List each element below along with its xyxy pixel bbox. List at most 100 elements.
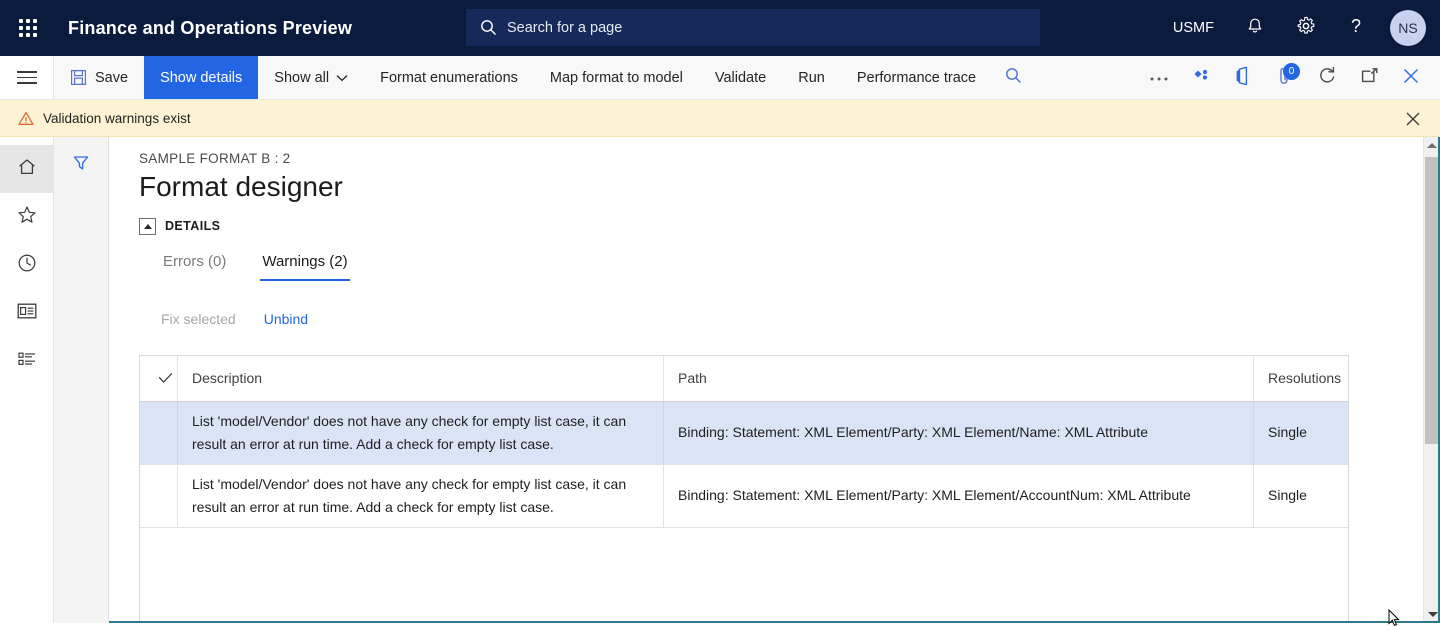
refresh-icon: [1318, 66, 1337, 90]
user-avatar[interactable]: NS: [1390, 10, 1426, 46]
command-bar-right-group: 0: [1138, 56, 1440, 100]
validation-tabs: Errors (0) Warnings (2): [161, 247, 1440, 281]
sidebar-item-home[interactable]: [0, 145, 53, 193]
row-select-checkbox[interactable]: [140, 401, 178, 464]
performance-trace-button[interactable]: Performance trace: [841, 56, 992, 99]
tab-errors[interactable]: Errors (0): [161, 247, 228, 281]
sidebar-item-favorites[interactable]: [0, 193, 53, 241]
tab-warnings[interactable]: Warnings (2): [260, 247, 350, 281]
search-icon: [1005, 67, 1022, 89]
star-icon: [16, 204, 38, 231]
column-header-description[interactable]: Description: [178, 355, 664, 401]
save-button[interactable]: Save: [54, 56, 144, 99]
close-page-button[interactable]: [1390, 56, 1432, 100]
row-resolutions: Single: [1268, 487, 1307, 504]
save-disk-icon: [70, 69, 87, 86]
sidebar-item-recent[interactable]: [0, 241, 53, 289]
ellipsis-icon: [1149, 69, 1169, 87]
grid-empty-area: [140, 528, 1348, 623]
search-icon: [480, 19, 497, 36]
page-body: SAMPLE FORMAT B : 2 Format designer DETA…: [0, 137, 1440, 623]
global-search-box[interactable]: Search for a page: [466, 9, 1040, 46]
column-header-path[interactable]: Path: [664, 355, 1254, 401]
details-section-label: DETAILS: [165, 219, 221, 234]
table-row[interactable]: List 'model/Vendor' does not have any ch…: [140, 401, 1348, 465]
top-navigation-bar: Finance and Operations Preview Search fo…: [0, 0, 1440, 56]
show-details-button[interactable]: Show details: [144, 56, 259, 99]
filter-funnel-icon: [71, 153, 91, 178]
run-button[interactable]: Run: [782, 56, 841, 99]
row-path: Binding: Statement: XML Element/Party: X…: [664, 401, 1254, 464]
notifications-button[interactable]: [1230, 0, 1280, 56]
message-bar-text: Validation warnings exist: [43, 110, 191, 126]
navigation-toggle-button[interactable]: [0, 56, 54, 99]
overflow-menu-button[interactable]: [1138, 56, 1180, 100]
save-button-label: Save: [95, 69, 129, 86]
row-resolutions: Single: [1268, 424, 1307, 441]
row-select-checkbox[interactable]: [140, 464, 178, 528]
popout-icon: [1360, 67, 1379, 90]
topbar-right-group: USMF ? NS: [1157, 0, 1440, 56]
bell-icon: [1246, 17, 1264, 40]
help-button[interactable]: ?: [1332, 0, 1380, 56]
warning-triangle-icon: [18, 111, 34, 126]
command-bar: Save Show details Show all Format enumer…: [0, 56, 1440, 100]
attachments-count-badge: 0: [1283, 63, 1300, 80]
attachments-button[interactable]: 0: [1264, 56, 1306, 100]
fix-selected-action[interactable]: Fix selected: [161, 311, 236, 327]
command-bar-items: Save Show details Show all Format enumer…: [54, 56, 1034, 99]
grid-actions: Fix selected Unbind: [161, 311, 1440, 327]
settings-button[interactable]: [1280, 0, 1332, 56]
row-description: List 'model/Vendor' does not have any ch…: [178, 401, 664, 464]
checkmark-icon: [158, 373, 173, 383]
message-bar-close-button[interactable]: [1396, 100, 1430, 137]
gear-icon: [1296, 16, 1316, 40]
company-selector[interactable]: USMF: [1157, 0, 1230, 56]
map-format-to-model-label: Map format to model: [549, 69, 683, 86]
grid-header-row: Description Path Resolutions: [140, 355, 1348, 402]
select-all-column-header[interactable]: [140, 355, 178, 401]
triangle-up-icon: [1427, 143, 1437, 148]
share-button[interactable]: [1180, 56, 1222, 100]
list-icon: [16, 349, 38, 374]
unbind-action[interactable]: Unbind: [264, 311, 308, 327]
details-section-expander[interactable]: DETAILS: [139, 217, 1440, 235]
table-row[interactable]: List 'model/Vendor' does not have any ch…: [140, 464, 1348, 529]
home-icon: [16, 156, 38, 183]
refresh-button[interactable]: [1306, 56, 1348, 100]
chevron-down-icon: [336, 74, 348, 82]
global-search-placeholder: Search for a page: [507, 19, 623, 36]
app-title: Finance and Operations Preview: [68, 17, 353, 38]
svg-text:?: ?: [1351, 16, 1361, 36]
app-launcher-button[interactable]: [0, 0, 56, 56]
open-in-new-window-button[interactable]: [1348, 56, 1390, 100]
show-details-label: Show details: [160, 69, 243, 86]
message-bar: Validation warnings exist: [0, 100, 1440, 137]
workspace-icon: [16, 301, 38, 326]
performance-trace-label: Performance trace: [856, 69, 977, 86]
clock-icon: [16, 252, 38, 279]
show-all-dropdown[interactable]: Show all: [258, 56, 364, 99]
show-all-label: Show all: [274, 69, 330, 86]
format-enumerations-label: Format enumerations: [380, 69, 518, 86]
hamburger-icon: [16, 67, 37, 88]
validate-label: Validate: [714, 69, 767, 86]
column-header-resolutions[interactable]: Resolutions: [1254, 356, 1348, 401]
question-mark-icon: ?: [1348, 16, 1364, 40]
row-path: Binding: Statement: XML Element/Party: X…: [664, 464, 1254, 528]
format-enumerations-button[interactable]: Format enumerations: [364, 56, 534, 99]
map-format-to-model-button[interactable]: Map format to model: [534, 56, 699, 99]
sidebar-item-modules[interactable]: [0, 337, 53, 385]
open-in-office-button[interactable]: [1222, 56, 1264, 100]
command-search-button[interactable]: [992, 56, 1034, 100]
content-inner: SAMPLE FORMAT B : 2 Format designer DETA…: [109, 137, 1440, 327]
sidebar-item-workspaces[interactable]: [0, 289, 53, 337]
row-description: List 'model/Vendor' does not have any ch…: [178, 464, 664, 528]
page-title: Format designer: [139, 171, 343, 202]
validate-button[interactable]: Validate: [699, 56, 782, 99]
filter-button[interactable]: [54, 147, 108, 189]
run-label: Run: [798, 69, 825, 86]
expander-triangle-icon: [139, 217, 156, 235]
breadcrumb: SAMPLE FORMAT B : 2: [139, 151, 291, 166]
navigation-rail: [0, 137, 54, 623]
